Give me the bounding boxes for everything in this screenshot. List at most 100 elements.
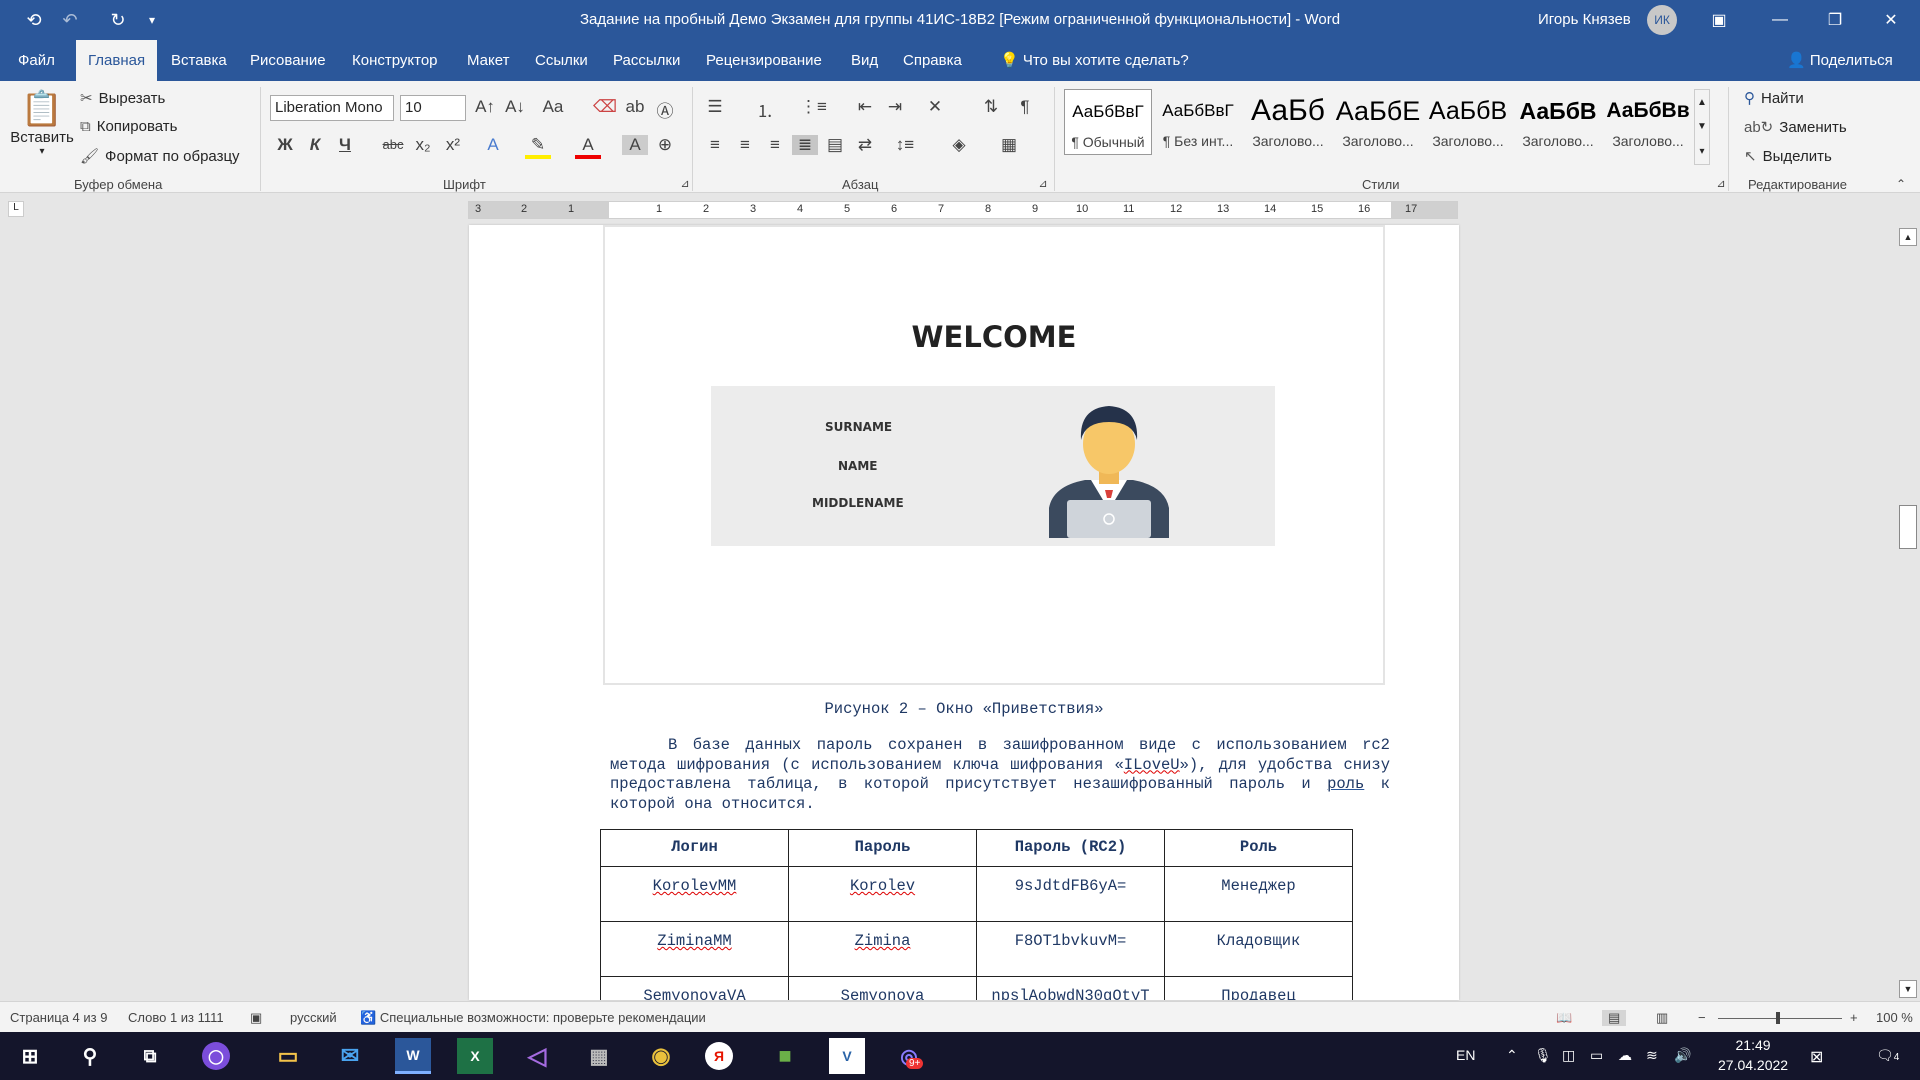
tab-home[interactable]: Главная xyxy=(76,40,158,81)
microphone-icon[interactable]: 🎙 xyxy=(1534,1047,1552,1064)
pilcrow-icon[interactable]: ¶ xyxy=(1012,97,1038,117)
style-heading2[interactable]: АаБбЕ Заголово... xyxy=(1334,89,1422,155)
horizontal-ruler[interactable]: 3 2 1 1 2 3 4 5 6 7 8 9 10 11 12 13 14 1… xyxy=(468,201,1458,219)
accessibility-status[interactable]: ♿ Специальные возможности: проверьте рек… xyxy=(360,1010,706,1026)
restore-icon[interactable]: ❐ xyxy=(1812,0,1858,40)
subscript-button[interactable]: x₂ xyxy=(410,135,436,155)
char-shading-icon[interactable]: A xyxy=(622,135,648,155)
borders-icon[interactable]: ▦ xyxy=(996,135,1022,155)
vk-icon[interactable]: V xyxy=(829,1038,865,1074)
tab-review[interactable]: Рецензирование xyxy=(694,40,834,81)
decrease-indent-icon[interactable]: ⇤ xyxy=(852,97,878,117)
tab-layout[interactable]: Макет xyxy=(455,40,521,81)
clear-format-icon[interactable]: ⌫ xyxy=(592,97,618,117)
align-center-icon[interactable]: ≡ xyxy=(732,135,758,155)
highlight-icon[interactable]: ✎ xyxy=(525,135,551,159)
camera-icon[interactable]: ◫ xyxy=(1562,1047,1575,1064)
char-border-icon[interactable]: Ⓐ xyxy=(652,97,678,122)
word-icon[interactable]: W xyxy=(395,1038,431,1074)
paste-button[interactable]: 📋 Вставить ▾ xyxy=(10,89,74,157)
multilevel-list-icon[interactable]: ⋮≡ xyxy=(800,97,827,117)
text-direction-icon[interactable]: ⇄ xyxy=(852,135,878,155)
tell-me-box[interactable]: 💡 Что вы хотите сделать? xyxy=(988,40,1201,81)
tab-file[interactable]: Файл xyxy=(6,40,67,81)
numbering-icon[interactable]: ⒈ xyxy=(752,97,778,122)
tab-help[interactable]: Справка xyxy=(891,40,974,81)
volume-icon[interactable]: 🔊 xyxy=(1674,1047,1691,1064)
asian-layout-icon[interactable]: ✕ xyxy=(922,97,948,117)
align-left-icon[interactable]: ≡ xyxy=(702,135,728,155)
paragraph-dialog-launcher-icon[interactable]: ⊿ xyxy=(1030,177,1056,190)
calculator-icon[interactable]: ▦ xyxy=(581,1038,617,1074)
scroll-down-icon[interactable]: ▼ xyxy=(1899,980,1917,998)
style-heading3[interactable]: АаБбВ Заголово... xyxy=(1424,89,1512,155)
print-layout-icon[interactable]: ▤ xyxy=(1602,1010,1627,1026)
styles-scroll[interactable]: ▲ ▼ ▾ xyxy=(1694,89,1710,165)
tab-mailings[interactable]: Рассылки xyxy=(601,40,692,81)
styles-dialog-launcher-icon[interactable]: ⊿ xyxy=(1708,177,1734,190)
shading-icon[interactable]: ◈ xyxy=(946,135,972,155)
word-count[interactable]: Слово 1 из 1111 xyxy=(128,1010,224,1025)
text-effects-icon[interactable]: A xyxy=(480,135,506,155)
battery-icon[interactable]: ▭ xyxy=(1590,1047,1603,1064)
users-table[interactable]: Логин Пароль Пароль (RC2) Роль KorolevMM… xyxy=(600,829,1353,1000)
clock[interactable]: 21:49 27.04.2022 xyxy=(1718,1037,1788,1073)
format-painter-button[interactable]: 🖌 Формат по образцу xyxy=(80,147,240,166)
alice-icon[interactable]: ◯ xyxy=(202,1042,230,1070)
cloud-icon[interactable]: ☁ xyxy=(1618,1047,1632,1064)
style-heading5[interactable]: АаБбВв Заголово... xyxy=(1604,89,1692,155)
font-dialog-launcher-icon[interactable]: ⊿ xyxy=(672,177,698,190)
minecraft-icon[interactable]: ■ xyxy=(767,1038,803,1074)
read-mode-icon[interactable]: 📖 xyxy=(1556,1010,1572,1026)
bullets-icon[interactable]: ☰ xyxy=(702,97,728,117)
collapse-ribbon-icon[interactable]: ⌃ xyxy=(1888,177,1914,191)
replace-button[interactable]: ab↻ Заменить xyxy=(1744,118,1847,137)
style-heading4[interactable]: АаБбВ Заголово... xyxy=(1514,89,1602,155)
increase-indent-icon[interactable]: ⇥ xyxy=(882,97,908,117)
tab-references[interactable]: Ссылки xyxy=(523,40,600,81)
task-view-icon[interactable]: ⧉ xyxy=(132,1038,168,1074)
font-name-field[interactable]: Liberation Mono xyxy=(270,95,394,121)
minimize-icon[interactable]: — xyxy=(1757,0,1803,40)
scroll-up-icon[interactable]: ▲ xyxy=(1899,228,1917,246)
tab-view[interactable]: Вид xyxy=(839,40,890,81)
tray-chevron-icon[interactable]: ⌃ xyxy=(1506,1047,1518,1064)
tab-draw[interactable]: Рисование xyxy=(238,40,338,81)
proofing-icon[interactable]: ▣ xyxy=(250,1010,262,1026)
cut-button[interactable]: ✂ Вырезать xyxy=(80,89,165,108)
font-color-icon[interactable]: A xyxy=(575,135,601,159)
file-explorer-icon[interactable]: ▭ xyxy=(270,1038,306,1074)
body-paragraph[interactable]: В базе данных пароль сохранен в зашифров… xyxy=(610,736,1390,814)
phonetic-icon[interactable]: ab xyxy=(622,97,648,117)
page-count[interactable]: Страница 4 из 9 xyxy=(10,1010,107,1025)
close-icon[interactable]: ✕ xyxy=(1868,0,1914,40)
scroll-thumb[interactable] xyxy=(1899,505,1917,549)
wifi-icon[interactable]: ≋ xyxy=(1646,1047,1658,1064)
select-button[interactable]: ↖ Выделить xyxy=(1744,147,1832,166)
sort-icon[interactable]: ⇅ xyxy=(978,97,1004,117)
justify-icon[interactable]: ≣ xyxy=(792,135,818,155)
avatar[interactable]: ИК xyxy=(1647,5,1677,35)
chrome-icon[interactable]: ◉ xyxy=(643,1038,679,1074)
zoom-out-icon[interactable]: − xyxy=(1698,1010,1706,1025)
shrink-font-icon[interactable]: A↓ xyxy=(502,97,528,117)
italic-button[interactable]: К xyxy=(302,135,328,155)
tab-selector-icon[interactable]: L xyxy=(8,201,24,217)
strikethrough-button[interactable]: abc xyxy=(380,137,406,152)
tab-design[interactable]: Конструктор xyxy=(340,40,450,81)
visual-studio-icon[interactable]: ◁ xyxy=(519,1038,555,1074)
underline-button[interactable]: Ч xyxy=(332,135,358,155)
user-name[interactable]: Игорь Князев xyxy=(1538,11,1631,28)
style-no-spacing[interactable]: АаБбВвГ ¶ Без инт... xyxy=(1154,89,1242,155)
search-icon[interactable]: ⚲ xyxy=(72,1038,108,1074)
share-button[interactable]: 👤 Поделиться xyxy=(1775,40,1905,81)
vertical-scrollbar[interactable]: ▲ ▼ xyxy=(1898,228,1918,1000)
style-normal[interactable]: АаБбВвГ ¶ Обычный xyxy=(1064,89,1152,155)
line-spacing-icon[interactable]: ↕≡ xyxy=(892,135,918,155)
web-layout-icon[interactable]: ▥ xyxy=(1656,1010,1668,1026)
zoom-thumb[interactable] xyxy=(1776,1012,1780,1024)
change-case-icon[interactable]: Aa xyxy=(540,97,566,117)
copy-button[interactable]: ⧉ Копировать xyxy=(80,118,177,135)
document-page[interactable]: WELCOME SURNAME NAME MIDDLENAME Рисунок … xyxy=(469,225,1459,1000)
zoom-in-icon[interactable]: + xyxy=(1850,1010,1858,1025)
